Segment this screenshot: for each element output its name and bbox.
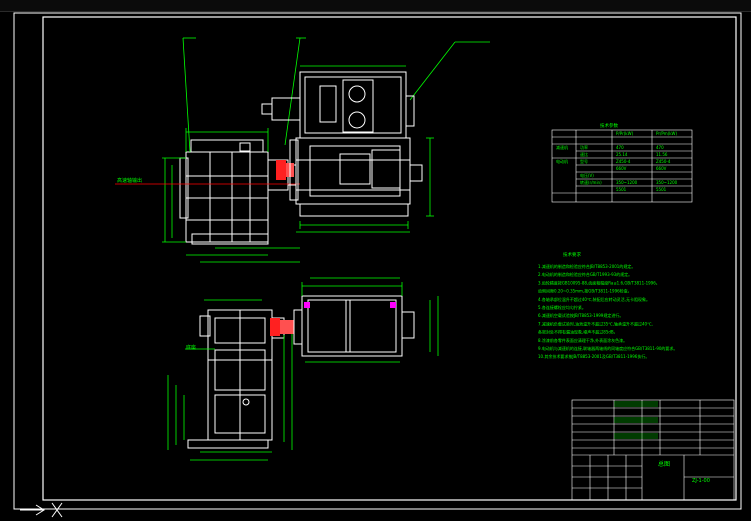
shaft-callout-label: 高速轴输出	[117, 177, 142, 184]
gearbox-front-view	[179, 139, 297, 245]
motor-dimensions	[296, 65, 434, 233]
drawing-sheet: 高速轴输出 底座 技术参数P/Pr(kW) Pr/Pm(kW)减速机 功率 47…	[13, 12, 742, 518]
base-callout-label: 底座	[186, 344, 196, 351]
inner-frame	[42, 16, 737, 501]
notes-line: 5.各连接螺栓应均匀拧紧。	[538, 304, 586, 310]
spec-header-cell: Pr/Pm(kW)	[656, 131, 677, 136]
gearbox-plan-view	[187, 309, 285, 449]
spec-cell: Z450-4	[616, 159, 631, 164]
notes-line: 7.减速机负载试验时,油池温升不超过35℃,轴承温升不超过40℃,	[538, 320, 653, 326]
spec-header-cell: P/Pr(kW)	[616, 131, 634, 136]
drawing-name: 总图	[658, 460, 670, 468]
spec-cell: 电动机	[556, 158, 568, 164]
notes-line: 各密封处不得有漏油现象,噪声不超过85dB。	[538, 329, 618, 335]
ucs-axis-icon	[20, 502, 63, 518]
spec-cell: 转速(r/min)	[580, 179, 602, 185]
drawing-number: ZJ-1-00	[692, 478, 710, 484]
title-block-fills	[614, 401, 658, 439]
notes-line: 齿侧间隙0.20~0.35mm,按GB/T3811-1996检查。	[538, 288, 632, 294]
motor-marker-1	[304, 302, 310, 308]
cad-drawing-canvas[interactable]: 高速轴输出 底座 技术参数 P/Pr(kW) Pr/Pm(kW) 减速机 功率 …	[0, 0, 751, 521]
coupling-bottom	[270, 318, 294, 336]
spec-cell: 660V	[616, 166, 627, 171]
notes-line: 1.减速机的制造和检验应符合JB/T8853-2001的规定。	[538, 263, 635, 269]
title-block	[571, 399, 735, 501]
spec-cell: 470	[656, 145, 664, 150]
spec-cell: 25.14	[616, 152, 628, 157]
spec-cell: 型号	[580, 158, 588, 164]
notes-line: 2.电动机的制造和检验应符合GB/T1993-93的规定。	[538, 271, 632, 277]
spec-cell: 5501	[656, 187, 667, 192]
coupling-top	[276, 160, 294, 180]
notes-line: 10.其余技术要求按JB/T8853-2001及GB/T3811-1996执行。	[538, 353, 649, 359]
spec-cell: 电压(V)	[580, 172, 594, 178]
motor-plan-dimensions	[301, 277, 439, 363]
technical-notes: 技术要求 1.减速机的制造和检验应符合JB/T8853-2001的规定。 2.电动机…	[538, 251, 677, 359]
spec-cell: 350~1200	[656, 180, 678, 185]
notes-line: 8.涂漆前各零件表面应清理干净,外表面涂灰色漆。	[538, 337, 627, 343]
spec-cell: Z450-4	[656, 159, 671, 164]
spec-cell: 减速机	[556, 144, 568, 150]
motor-front-view	[261, 71, 423, 217]
spec-cell: 11.56	[656, 152, 668, 157]
spec-cell: 350~1200	[616, 180, 638, 185]
notes-line: 9.电动机与减速机的连接,联轴器两轴线的同轴度应符合GB/T3811-90的要求…	[538, 345, 677, 351]
notes-title: 技术要求	[563, 251, 581, 258]
spec-cell: 5501	[616, 187, 627, 192]
spec-table-title: 技术参数	[600, 122, 618, 129]
notes-line: 4.各轴承部位温升不超过40℃,装配后应转动灵活,无卡阻现象。	[538, 296, 650, 302]
notes-line: 6.减速机空载试验按JB/T8853-1999规定进行。	[538, 312, 623, 318]
spec-table-text: 技术参数 P/Pr(kW) Pr/Pm(kW) 减速机 功率 470 470 速比 25.14 1…	[556, 122, 678, 192]
notes-line: 3.齿轮精度按GB10095-88,齿面粗糙度Ra≤1.6,GB/T3811-1…	[538, 279, 660, 285]
spec-cell: 速比	[580, 151, 588, 157]
spec-cell: 660V	[656, 166, 667, 171]
motor-marker-2	[390, 302, 396, 308]
spec-cell: 470	[616, 145, 624, 150]
spec-cell: 功率	[580, 144, 588, 150]
